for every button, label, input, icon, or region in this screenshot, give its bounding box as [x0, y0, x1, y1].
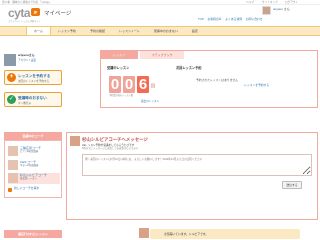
- check-icon: ✓: [7, 95, 16, 104]
- logo-badge: jp: [31, 7, 41, 16]
- book-lesson-button[interactable]: + レッスンを予約する 次回のレッスンを予約する: [4, 70, 62, 85]
- coach-panel-title: 受講中のコーチ: [4, 132, 62, 140]
- plus-icon: +: [7, 73, 16, 82]
- user-avatar[interactable]: [262, 6, 271, 15]
- coach-photo: [8, 160, 18, 170]
- user-suffix: さん: [283, 7, 290, 11]
- message-input[interactable]: [82, 154, 312, 176]
- nav-lesson-notes[interactable]: レッスンノート: [112, 27, 147, 35]
- top-strip: 習い事・趣味から資格まで対応 『cyta.jp』 ヘルプ サイトマップ ログアウ…: [0, 0, 320, 5]
- logout-link[interactable]: ログアウト: [285, 1, 298, 4]
- mypage-title: マイページ: [44, 11, 72, 18]
- remaining-digit: 6: [137, 76, 149, 93]
- remaining-digit: 0: [123, 76, 135, 93]
- account-settings-link[interactable]: アカウント設定: [18, 59, 36, 62]
- remaining-unit: 回: [151, 83, 155, 88]
- site-logo[interactable]: cyta jp マイページ: [8, 6, 71, 20]
- message-subtitle-2: 5時までにメッセージに返信してお返事がもらえます: [82, 147, 139, 150]
- remaining-note: 予約受付前のレッスン数: [109, 95, 134, 97]
- current-lessons-sub: マイ教室.jp: [18, 101, 32, 105]
- help-link[interactable]: ヘルプ: [246, 1, 254, 4]
- coach-item[interactable]: 三輪広見コーチ ピアノ&発音講座: [8, 146, 60, 157]
- sitemap-link[interactable]: サイトマップ: [262, 1, 278, 4]
- tagline: プライベートレッスン予約サイト: [8, 21, 41, 23]
- coach-item[interactable]: KaiS.コーチ ギター&作曲講座: [8, 160, 60, 171]
- nav-booking-check[interactable]: 予約の確認: [83, 27, 112, 35]
- logo-word: cyta: [8, 5, 31, 20]
- message-title: 杉山シルビアコーチへメッセージ: [82, 137, 148, 142]
- header-link-contact[interactable]: お問い合わせ: [246, 17, 263, 21]
- send-button[interactable]: 送信する: [282, 181, 302, 189]
- profile-username: ariyaou: [18, 53, 29, 57]
- schedule-book-link[interactable]: レッスンを予約する: [244, 83, 269, 87]
- tab-lesson[interactable]: レッスン: [100, 51, 138, 59]
- find-coach-link[interactable]: 新しいコーチを探す: [8, 186, 60, 193]
- profile-name: ariyaouさん: [18, 53, 35, 58]
- coach-subject: ギター&作曲講座: [20, 164, 39, 167]
- book-lesson-label: レッスンを予約する: [18, 73, 51, 78]
- profile-suffix: さん: [28, 53, 35, 57]
- plan-title: 受講中レッスン: [107, 66, 130, 70]
- user-greeting: ariyaou さん: [273, 7, 290, 12]
- recent-lessons-title: 最近行われたレッスン: [4, 230, 62, 238]
- coach-item-selected[interactable]: 杉山シルビアコーチ 英会話レッスン: [8, 173, 60, 184]
- tab-stepbook[interactable]: ステップブック: [140, 51, 184, 59]
- nav-current-lessons[interactable]: 受講中のおまない: [147, 27, 185, 35]
- schedule-empty-text: 予約されたレッスンはありません: [196, 78, 238, 82]
- header-links: TOP お客様の声 よくある質問 お問い合わせ: [198, 17, 266, 21]
- header-link-faq[interactable]: よくある質問: [225, 17, 242, 21]
- book-lesson-sub: 次回のレッスンを予約する: [18, 79, 50, 83]
- header-link-voices[interactable]: お客様の声: [207, 17, 221, 21]
- current-lessons-button[interactable]: ✓ 受講時のおまない マイ教室.jp: [4, 92, 62, 107]
- main-nav: ホーム レッスン予約 予約の確認 レッスンノート 受講中のおまない 設定: [0, 26, 320, 36]
- remaining-digit: 0: [109, 76, 121, 93]
- header-link-top[interactable]: TOP: [198, 17, 204, 21]
- coach-photo: [8, 173, 18, 183]
- coach-avatar: [70, 136, 80, 146]
- user-name[interactable]: ariyaou: [273, 7, 283, 11]
- coach-subject: ピアノ&発音講座: [20, 150, 39, 153]
- profile-avatar[interactable]: [4, 54, 16, 66]
- nav-home[interactable]: ホーム: [26, 27, 51, 35]
- schedule-title: 次回レッスン予約: [176, 66, 202, 70]
- coach-photo: [8, 146, 18, 156]
- coach-subject: 英会話レッスン: [20, 177, 37, 180]
- current-lessons-label: 受講時のおまない: [18, 95, 47, 100]
- message-bubble: 全部届いています。シルビアです。: [150, 229, 300, 239]
- nav-settings[interactable]: 設定: [185, 27, 205, 35]
- nav-lesson-booking[interactable]: レッスン予約: [51, 27, 83, 35]
- top-strip-text: 習い事・趣味から資格まで対応 『cyta.jp』: [2, 0, 52, 4]
- coach-avatar: [139, 228, 149, 238]
- past-lessons-link[interactable]: 過去のレッスン: [141, 100, 159, 103]
